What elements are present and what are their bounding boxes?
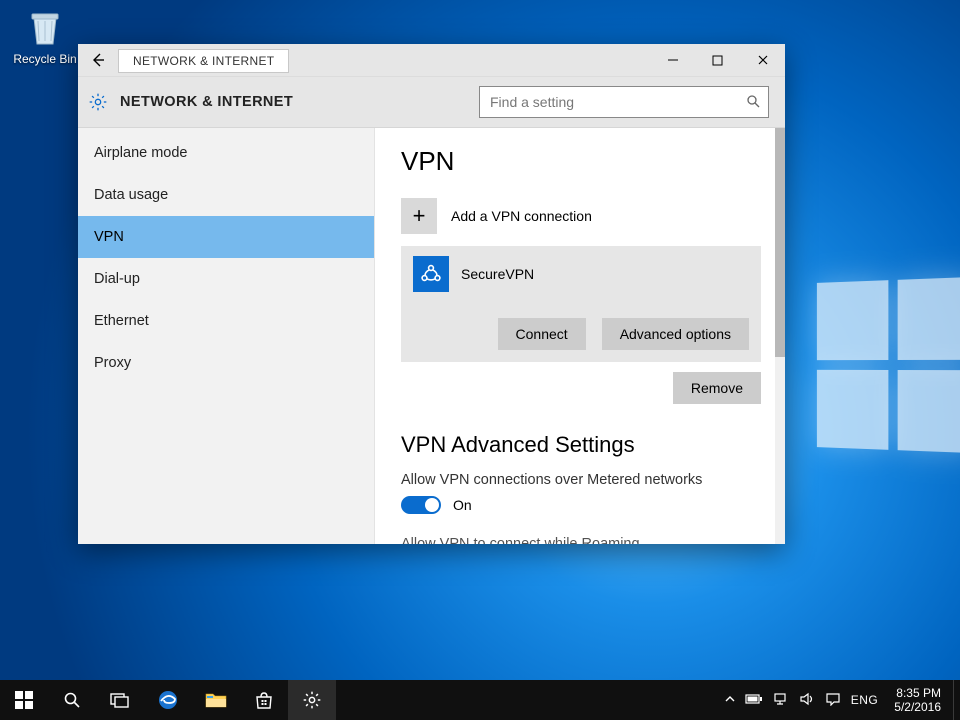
sidebar-item-vpn[interactable]: VPN [78, 216, 374, 258]
store-icon [254, 690, 274, 710]
tray-volume[interactable] [799, 692, 815, 709]
metered-networks-label: Allow VPN connections over Metered netwo… [401, 472, 763, 488]
notification-icon [825, 692, 841, 706]
search-input[interactable] [488, 93, 746, 111]
metered-toggle[interactable] [401, 496, 441, 514]
scrollbar-thumb[interactable] [775, 128, 785, 357]
content-scrollbar[interactable] [775, 128, 785, 544]
sidebar-item-dial-up[interactable]: Dial-up [78, 258, 374, 300]
settings-content: VPN + Add a VPN connection [375, 128, 785, 544]
plus-icon: + [401, 198, 437, 234]
maximize-button[interactable] [695, 44, 740, 76]
window-title-tab: NETWORK & INTERNET [118, 49, 289, 73]
taskbar-search-button[interactable] [48, 680, 96, 720]
minimize-button[interactable] [650, 44, 695, 76]
settings-window: NETWORK & INTERNET NETWORK & INTERNET [78, 44, 785, 544]
section-heading-advanced: VPN Advanced Settings [401, 432, 763, 458]
folder-icon [205, 691, 227, 709]
windows-start-icon [15, 691, 33, 709]
windows-logo-graphic [817, 277, 960, 453]
taskbar-app-edge[interactable] [144, 680, 192, 720]
network-icon [773, 692, 789, 706]
sidebar-item-ethernet[interactable]: Ethernet [78, 300, 374, 342]
sidebar-item-label: VPN [94, 229, 124, 245]
sidebar-item-label: Airplane mode [94, 145, 188, 161]
vpn-icon [413, 256, 449, 292]
tray-date: 5/2/2016 [894, 700, 941, 714]
window-titlebar: NETWORK & INTERNET [78, 44, 785, 77]
sidebar-item-proxy[interactable]: Proxy [78, 342, 374, 384]
remove-button[interactable]: Remove [673, 372, 761, 404]
arrow-left-icon [89, 51, 107, 69]
taskbar-app-store[interactable] [240, 680, 288, 720]
connect-button[interactable]: Connect [498, 318, 586, 350]
settings-sidebar: Airplane mode Data usage VPN Dial-up Eth… [78, 128, 375, 544]
system-tray: ENG 8:35 PM 5/2/2016 [715, 680, 953, 720]
desktop-icon-recycle-bin[interactable]: Recycle Bin [6, 6, 84, 66]
tray-overflow-chevron[interactable] [725, 693, 735, 707]
close-icon [757, 54, 769, 66]
tray-action-center[interactable] [825, 692, 841, 709]
sidebar-item-airplane-mode[interactable]: Airplane mode [78, 132, 374, 174]
edge-icon [157, 689, 179, 711]
speaker-icon [799, 692, 815, 706]
settings-header: NETWORK & INTERNET [78, 77, 785, 128]
add-vpn-label: Add a VPN connection [451, 208, 592, 224]
sidebar-item-data-usage[interactable]: Data usage [78, 174, 374, 216]
section-heading-vpn: VPN [401, 146, 763, 177]
gear-icon [88, 92, 108, 112]
tray-clock[interactable]: 8:35 PM 5/2/2016 [888, 686, 947, 714]
task-view-button[interactable] [96, 680, 144, 720]
tray-network[interactable] [773, 692, 789, 709]
tray-time: 8:35 PM [894, 686, 941, 700]
roaming-label-partial: Allow VPN to connect while Roaming [401, 536, 763, 544]
sidebar-item-label: Ethernet [94, 313, 149, 329]
desktop-icon-label: Recycle Bin [6, 52, 84, 66]
page-title: NETWORK & INTERNET [120, 94, 293, 110]
tray-language[interactable]: ENG [851, 693, 879, 707]
search-icon [746, 94, 760, 111]
settings-search[interactable] [479, 86, 769, 118]
battery-icon [745, 693, 763, 705]
tray-battery[interactable] [745, 693, 763, 708]
search-icon [63, 691, 81, 709]
chevron-up-icon [725, 694, 735, 704]
maximize-icon [712, 55, 723, 66]
taskbar: ENG 8:35 PM 5/2/2016 [0, 680, 960, 720]
show-desktop-button[interactable] [953, 680, 960, 720]
advanced-options-button[interactable]: Advanced options [602, 318, 749, 350]
minimize-icon [667, 54, 679, 66]
add-vpn-row[interactable]: + Add a VPN connection [401, 195, 763, 246]
back-button[interactable] [78, 44, 118, 76]
taskbar-app-settings[interactable] [288, 680, 336, 720]
gear-icon [302, 690, 322, 710]
task-view-icon [110, 692, 130, 708]
sidebar-item-label: Dial-up [94, 271, 140, 287]
start-button[interactable] [0, 680, 48, 720]
sidebar-item-label: Proxy [94, 355, 131, 371]
sidebar-item-label: Data usage [94, 187, 168, 203]
vpn-connection-name: SecureVPN [461, 266, 534, 282]
close-button[interactable] [740, 44, 785, 76]
recycle-bin-icon [24, 6, 66, 48]
taskbar-app-file-explorer[interactable] [192, 680, 240, 720]
toggle-state-label: On [453, 497, 472, 513]
vpn-connection-item[interactable]: SecureVPN Connect Advanced options [401, 246, 761, 362]
